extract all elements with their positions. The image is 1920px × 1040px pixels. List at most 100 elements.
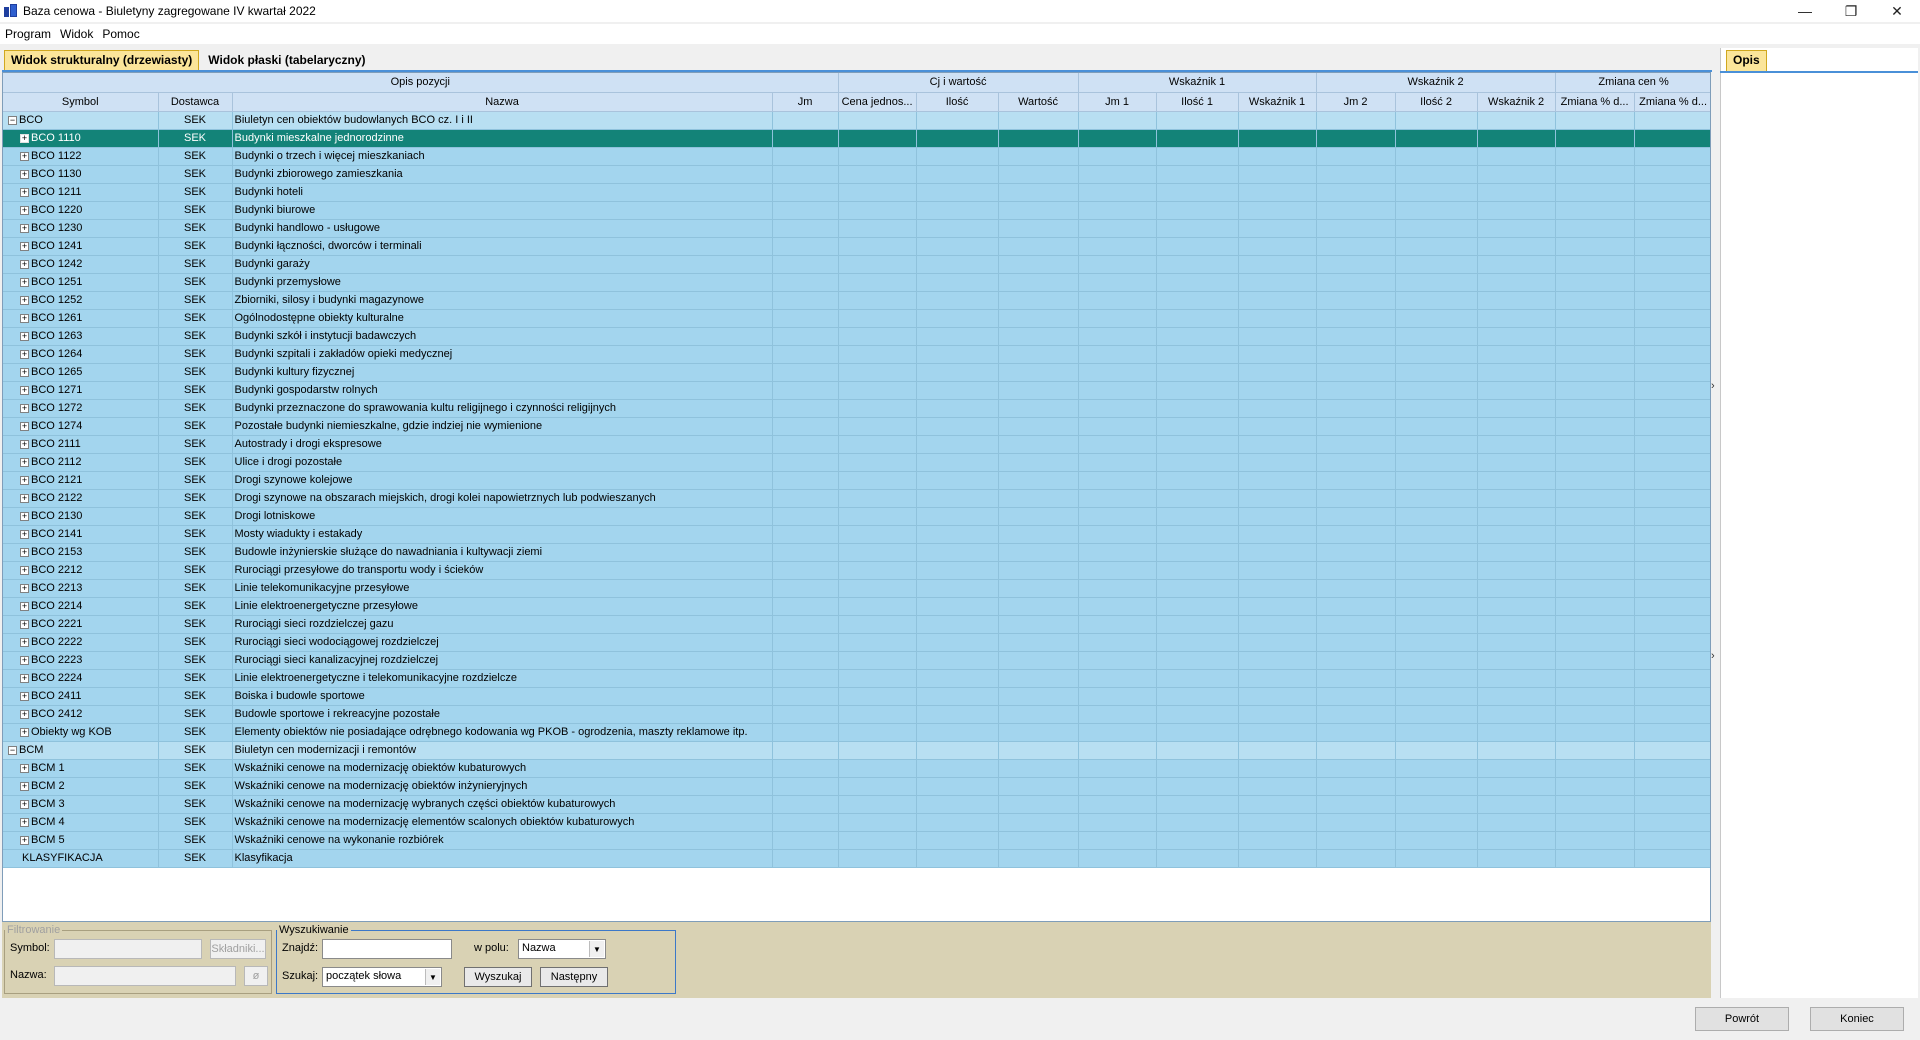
- cell-empty[interactable]: [1316, 831, 1396, 850]
- cell-empty[interactable]: [1078, 309, 1157, 328]
- search-mode-select[interactable]: początek słowa ▼: [322, 967, 442, 987]
- cell-empty[interactable]: [772, 111, 839, 130]
- table-row[interactable]: + BCO 1264 SEK Budynki szpitali i zakładów …: [3, 345, 1710, 364]
- cell-empty[interactable]: [1238, 147, 1317, 166]
- cell-empty[interactable]: [1634, 291, 1710, 310]
- cell-empty[interactable]: [1634, 651, 1710, 670]
- end-button[interactable]: Koniec: [1810, 1007, 1904, 1031]
- cell-supplier[interactable]: SEK: [158, 525, 233, 544]
- cell-empty[interactable]: [772, 489, 839, 508]
- cell-empty[interactable]: [1395, 363, 1478, 382]
- cell-empty[interactable]: [1156, 651, 1239, 670]
- cell-empty[interactable]: [1477, 579, 1556, 598]
- cell-empty[interactable]: [1555, 687, 1635, 706]
- cell-empty[interactable]: [1477, 669, 1556, 688]
- cell-empty[interactable]: [1156, 309, 1239, 328]
- table-row[interactable]: + BCO 1251 SEK Budynki przemysłowe: [3, 273, 1710, 292]
- cell-empty[interactable]: [1156, 363, 1239, 382]
- search-field-select[interactable]: Nazwa ▼: [518, 939, 606, 959]
- table-row[interactable]: + BCM 5 SEK Wskaźniki cenowe na wykonanie r…: [3, 831, 1710, 850]
- cell-empty[interactable]: [916, 543, 999, 562]
- cell-symbol[interactable]: + BCO 2411: [3, 687, 159, 706]
- cell-empty[interactable]: [998, 471, 1079, 490]
- cell-empty[interactable]: [1634, 417, 1710, 436]
- cell-empty[interactable]: [1555, 831, 1635, 850]
- cell-empty[interactable]: [1316, 471, 1396, 490]
- cell-empty[interactable]: [1634, 723, 1710, 742]
- cell-supplier[interactable]: SEK: [158, 381, 233, 400]
- chevron-right-icon[interactable]: ›: [1711, 650, 1715, 662]
- cell-empty[interactable]: [1156, 723, 1239, 742]
- cell-empty[interactable]: [998, 399, 1079, 418]
- cell-empty[interactable]: [998, 381, 1079, 400]
- expand-icon[interactable]: +: [20, 259, 29, 269]
- cell-empty[interactable]: [1238, 237, 1317, 256]
- cell-empty[interactable]: [998, 291, 1079, 310]
- cell-empty[interactable]: [1477, 849, 1556, 868]
- cell-empty[interactable]: [1156, 615, 1239, 634]
- cell-symbol[interactable]: + BCO 2122: [3, 489, 159, 508]
- cell-symbol[interactable]: + BCO 2112: [3, 453, 159, 472]
- expand-icon[interactable]: +: [20, 331, 29, 341]
- cell-empty[interactable]: [1316, 309, 1396, 328]
- cell-empty[interactable]: [772, 525, 839, 544]
- cell-empty[interactable]: [1477, 795, 1556, 814]
- expand-icon[interactable]: +: [20, 583, 29, 593]
- cell-empty[interactable]: [838, 597, 917, 616]
- cell-empty[interactable]: [998, 417, 1079, 436]
- table-row[interactable]: + BCO 1274 SEK Pozostałe budynki niemieszka…: [3, 417, 1710, 436]
- cell-empty[interactable]: [1477, 327, 1556, 346]
- cell-empty[interactable]: [1634, 705, 1710, 724]
- cell-empty[interactable]: [772, 309, 839, 328]
- cell-supplier[interactable]: SEK: [158, 669, 233, 688]
- cell-name[interactable]: Autostrady i drogi ekspresowe: [232, 435, 773, 454]
- cell-empty[interactable]: [838, 309, 917, 328]
- cell-empty[interactable]: [1634, 435, 1710, 454]
- cell-empty[interactable]: [1156, 219, 1239, 238]
- cell-supplier[interactable]: SEK: [158, 435, 233, 454]
- cell-empty[interactable]: [1395, 237, 1478, 256]
- cell-empty[interactable]: [1156, 633, 1239, 652]
- cell-empty[interactable]: [1555, 849, 1635, 868]
- cell-symbol[interactable]: + BCO 1242: [3, 255, 159, 274]
- cell-empty[interactable]: [998, 183, 1079, 202]
- cell-empty[interactable]: [1238, 561, 1317, 580]
- cell-empty[interactable]: [1395, 489, 1478, 508]
- cell-supplier[interactable]: SEK: [158, 741, 233, 760]
- cell-empty[interactable]: [1316, 435, 1396, 454]
- cell-name[interactable]: Linie elektroenergetyczne i telekomunika…: [232, 669, 773, 688]
- cell-empty[interactable]: [1634, 165, 1710, 184]
- cell-empty[interactable]: [916, 219, 999, 238]
- cell-empty[interactable]: [1078, 795, 1157, 814]
- cell-supplier[interactable]: SEK: [158, 327, 233, 346]
- cell-empty[interactable]: [916, 651, 999, 670]
- cell-empty[interactable]: [772, 561, 839, 580]
- cell-empty[interactable]: [916, 849, 999, 868]
- cell-empty[interactable]: [998, 111, 1079, 130]
- cell-empty[interactable]: [1156, 453, 1239, 472]
- cell-empty[interactable]: [1395, 165, 1478, 184]
- cell-name[interactable]: Rurociągi przesyłowe do transportu wody …: [232, 561, 773, 580]
- cell-empty[interactable]: [1634, 363, 1710, 382]
- cell-empty[interactable]: [1477, 381, 1556, 400]
- cell-empty[interactable]: [1238, 399, 1317, 418]
- cell-supplier[interactable]: SEK: [158, 201, 233, 220]
- cell-empty[interactable]: [998, 525, 1079, 544]
- cell-empty[interactable]: [1555, 507, 1635, 526]
- cell-empty[interactable]: [1555, 741, 1635, 760]
- table-row[interactable]: + BCM 2 SEK Wskaźniki cenowe na modernizacj…: [3, 777, 1710, 796]
- cell-empty[interactable]: [1555, 345, 1635, 364]
- cell-empty[interactable]: [1156, 291, 1239, 310]
- cell-empty[interactable]: [1316, 615, 1396, 634]
- cell-supplier[interactable]: SEK: [158, 687, 233, 706]
- expand-icon[interactable]: +: [20, 619, 29, 629]
- cell-empty[interactable]: [1316, 723, 1396, 742]
- cell-empty[interactable]: [916, 723, 999, 742]
- cell-empty[interactable]: [838, 813, 917, 832]
- cell-symbol[interactable]: + BCO 1261: [3, 309, 159, 328]
- cell-empty[interactable]: [1238, 507, 1317, 526]
- cell-empty[interactable]: [1156, 507, 1239, 526]
- cell-empty[interactable]: [838, 147, 917, 166]
- cell-empty[interactable]: [1316, 417, 1396, 436]
- menu-pomoc[interactable]: Pomoc: [102, 27, 139, 41]
